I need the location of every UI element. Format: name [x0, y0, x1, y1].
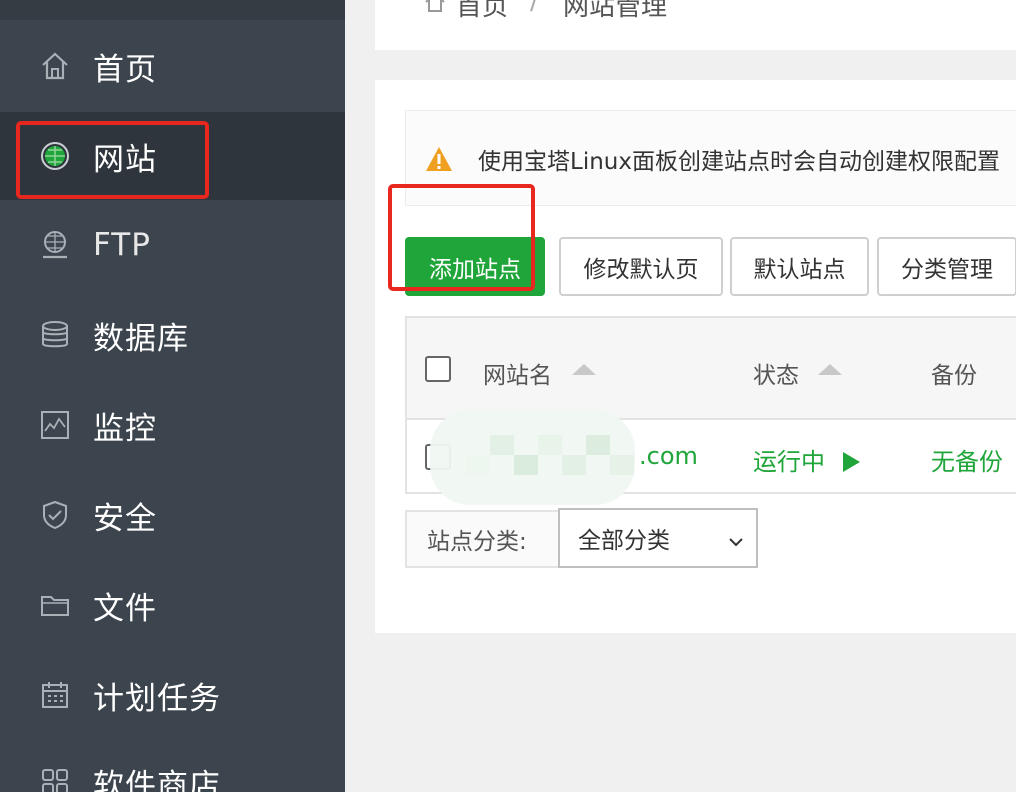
status-text: 运行中 — [753, 448, 825, 476]
grid-icon — [38, 765, 72, 792]
globe-icon — [38, 139, 72, 173]
category-select-value: 全部分类 — [578, 528, 670, 554]
edit-default-page-button[interactable]: 修改默认页 — [559, 237, 723, 296]
notice-bar: 使用宝塔Linux面板创建站点时会自动创建权限配置 — [405, 110, 1016, 206]
backup-link[interactable]: 无备份 — [931, 442, 1003, 477]
play-icon — [842, 452, 860, 472]
redacted-site-name — [430, 410, 635, 505]
sidebar-item-label: 软件商店 — [93, 767, 221, 792]
sidebar-item-monitor[interactable]: 监控 — [0, 381, 345, 469]
sidebar-item-label: 网站 — [93, 141, 157, 178]
header-status[interactable]: 状态 — [753, 356, 799, 390]
sidebar-item-label: 数据库 — [93, 320, 189, 357]
sidebar-top-strip — [0, 0, 345, 20]
sort-asc-icon[interactable] — [818, 364, 842, 375]
add-site-button[interactable]: 添加站点 — [405, 237, 545, 296]
sidebar-item-label: 文件 — [93, 590, 157, 627]
sidebar-item-label: 首页 — [93, 51, 157, 88]
header-backup: 备份 — [931, 363, 977, 389]
sidebar: 首页 网站 FTP 数据库 监控 安全 文件 计划任务 软件商店 — [0, 0, 345, 792]
sidebar-item-cron[interactable]: 计划任务 — [0, 651, 345, 739]
sidebar-item-home[interactable]: 首页 — [0, 22, 345, 110]
category-select[interactable]: 全部分类 — [558, 508, 758, 568]
default-site-button[interactable]: 默认站点 — [730, 237, 869, 296]
status-running[interactable]: 运行中 — [753, 442, 860, 477]
sidebar-item-website[interactable]: 网站 — [0, 112, 345, 200]
sidebar-item-files[interactable]: 文件 — [0, 561, 345, 649]
chevron-down-icon — [728, 530, 744, 547]
ftp-icon — [38, 228, 72, 262]
warning-icon — [424, 145, 454, 173]
category-manage-button[interactable]: 分类管理 — [877, 237, 1016, 296]
site-name-link[interactable]: .com — [639, 442, 698, 470]
category-filter-label: 站点分类: — [405, 510, 560, 568]
breadcrumb-current: 网站管理 — [563, 0, 668, 22]
sidebar-item-ftp[interactable]: FTP — [0, 201, 345, 289]
sidebar-item-store[interactable]: 软件商店 — [0, 738, 345, 792]
breadcrumb-home[interactable]: 首页 — [456, 0, 508, 23]
sidebar-item-label: FTP — [93, 227, 151, 263]
breadcrumb-separator: / — [530, 0, 539, 16]
table-header: 网站名 状态 备份 — [407, 318, 1016, 420]
header-site-name[interactable]: 网站名 — [483, 356, 552, 390]
folder-icon — [38, 588, 72, 622]
sidebar-item-database[interactable]: 数据库 — [0, 291, 345, 379]
shield-icon — [38, 498, 72, 532]
database-icon — [38, 318, 72, 352]
sidebar-item-label: 安全 — [93, 500, 157, 537]
sidebar-item-label: 计划任务 — [93, 680, 221, 717]
sidebar-item-label: 监控 — [93, 410, 157, 447]
home-icon — [38, 49, 72, 83]
monitor-icon — [38, 408, 72, 442]
sort-asc-icon[interactable] — [572, 364, 596, 375]
select-all-checkbox[interactable] — [425, 356, 451, 382]
sidebar-item-security[interactable]: 安全 — [0, 471, 345, 559]
home-icon[interactable] — [423, 0, 447, 16]
notice-text: 使用宝塔Linux面板创建站点时会自动创建权限配置 — [478, 149, 1000, 175]
calendar-icon — [38, 678, 72, 712]
